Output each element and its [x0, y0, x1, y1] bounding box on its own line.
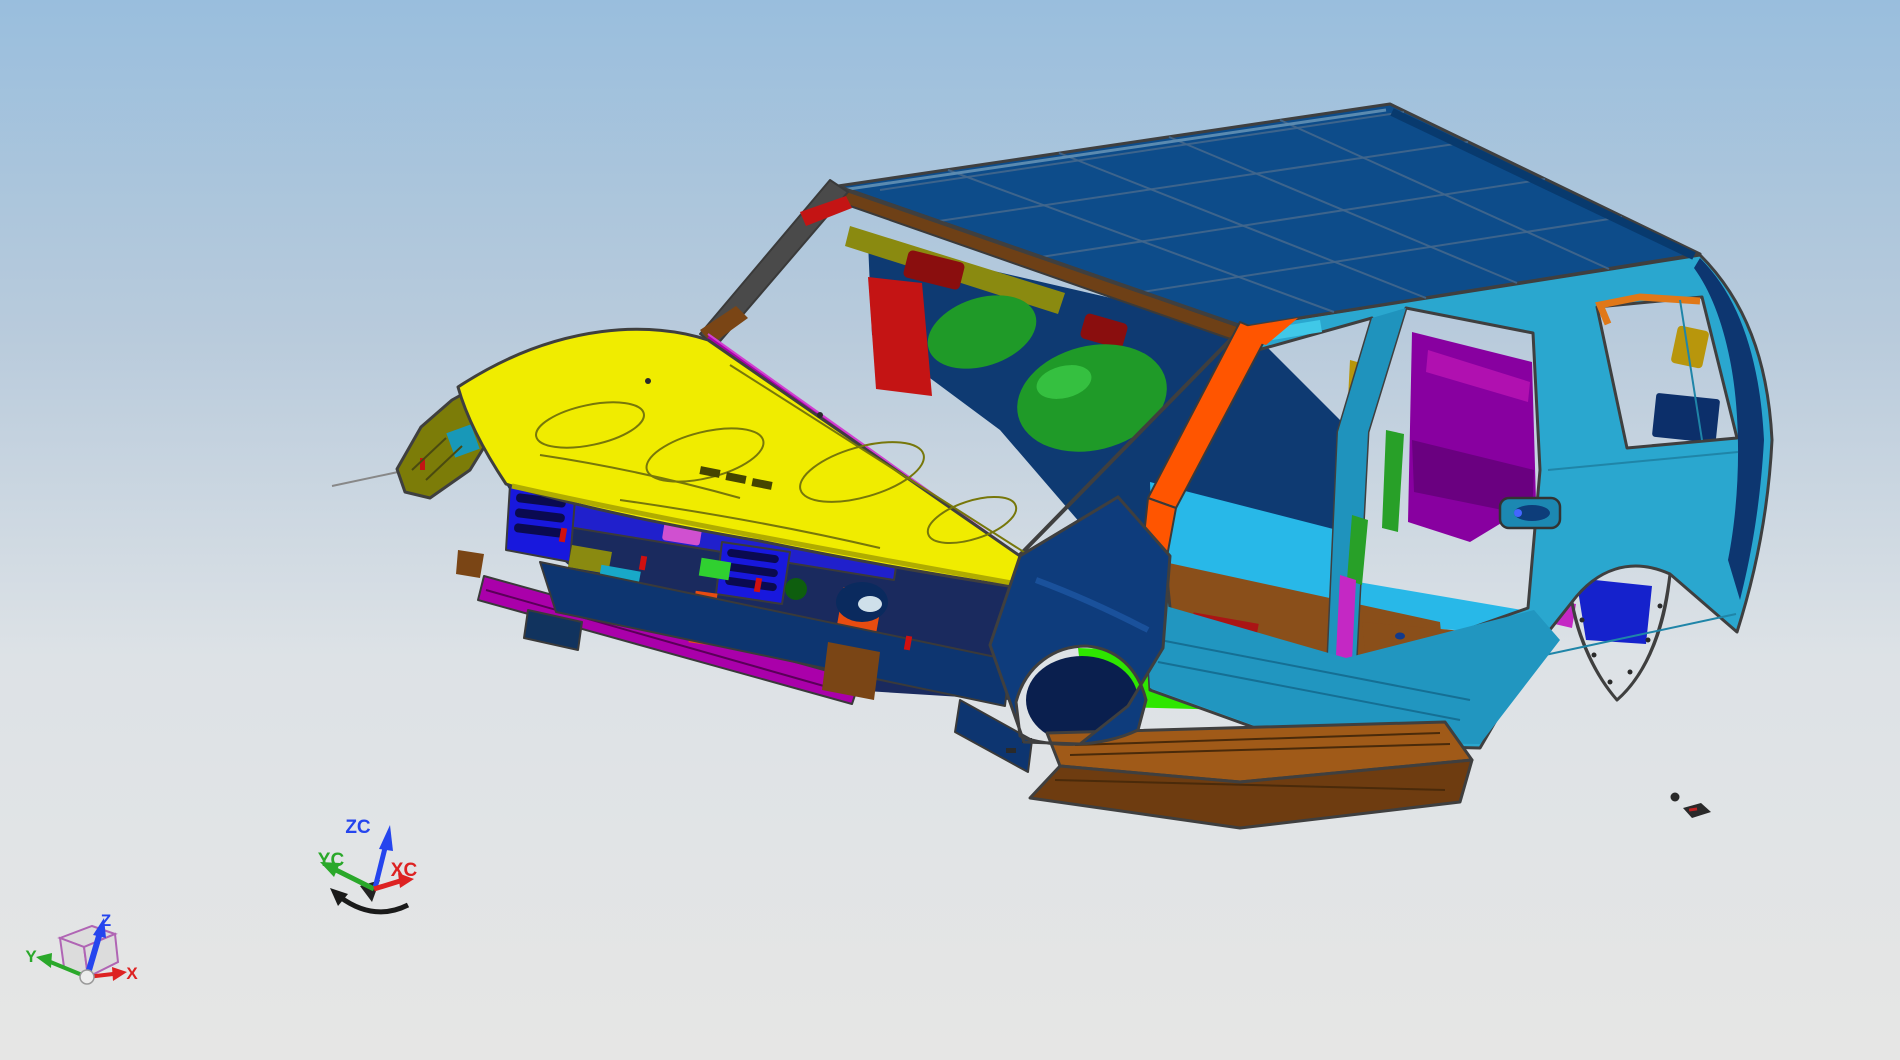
quarter-window-orange-frame — [1595, 293, 1701, 326]
view-z-label: Z — [101, 911, 111, 930]
b-pillar-inner-red[interactable] — [868, 277, 932, 396]
apron-brown-left — [456, 550, 484, 578]
wcs-x-label: XC — [391, 860, 418, 881]
pillar-seal-green[interactable] — [1382, 430, 1404, 532]
view-x-label: X — [126, 964, 138, 983]
debris-bracket[interactable] — [1683, 803, 1711, 818]
rear-door-handle[interactable] — [1498, 496, 1562, 530]
view-triad[interactable]: Z Y X — [25, 911, 138, 985]
view-origin-sphere[interactable] — [79, 969, 95, 985]
apron-whisker — [331, 471, 399, 487]
wcs-y-axis[interactable]: YC — [318, 850, 376, 892]
tow-hook-green — [785, 578, 807, 600]
model-canvas[interactable]: ZC YC XC Z Y X — [0, 0, 1900, 1060]
cad-viewport[interactable]: ZC YC XC Z Y X — [0, 0, 1900, 1060]
quarter-window-box[interactable] — [1652, 393, 1720, 443]
debris-part[interactable] — [1670, 792, 1712, 819]
frame-bore-light — [858, 596, 882, 612]
wcs-rotate-handle[interactable] — [338, 894, 410, 915]
wcs-z-label: ZC — [345, 817, 371, 838]
wcs-y-label: YC — [318, 850, 345, 871]
view-y-label: Y — [25, 947, 37, 966]
debris-bolt[interactable] — [1670, 792, 1680, 802]
grille-slots-right — [725, 548, 779, 592]
wcs-triad[interactable]: ZC YC XC — [318, 817, 418, 915]
bracket-brown-lower — [822, 642, 880, 700]
